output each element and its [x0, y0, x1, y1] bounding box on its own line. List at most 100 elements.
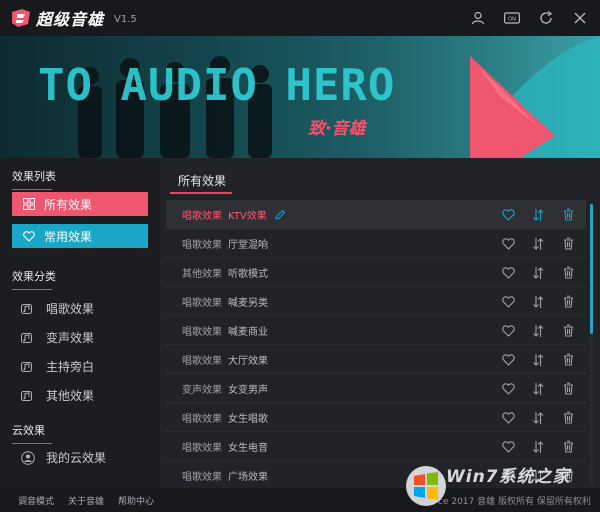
sort-icon[interactable]: [530, 207, 546, 223]
footer-link-about[interactable]: 关于音雄: [68, 494, 104, 507]
heart-icon: [22, 230, 36, 242]
sort-icon[interactable]: [530, 439, 546, 455]
effect-row[interactable]: 唱歌效果 女生电音: [166, 432, 586, 461]
effect-category: 唱歌效果: [182, 297, 222, 309]
row-actions: [486, 316, 576, 345]
effect-name: 喊麦商业: [228, 326, 268, 338]
effect-name: 喊麦另类: [228, 297, 268, 309]
row-actions: [486, 374, 576, 403]
delete-icon[interactable]: [560, 352, 576, 368]
effect-name: 听歌模式: [228, 268, 268, 280]
sidebar: 效果列表 所有效果 常用效果 效果分类 唱歌效果 变声效果 主持旁白 其他效果: [0, 158, 160, 488]
delete-icon[interactable]: [560, 410, 576, 426]
favorite-icon[interactable]: [500, 207, 516, 223]
row-actions: [486, 229, 576, 258]
delete-icon[interactable]: [560, 294, 576, 310]
row-actions: [486, 403, 576, 432]
effect-row[interactable]: 唱歌效果 厅堂混响: [166, 229, 586, 258]
delete-icon[interactable]: [560, 381, 576, 397]
title-bar: 超级音雄 V1.5 ON: [0, 0, 600, 36]
effect-list: 唱歌效果 KTV效果 唱歌效果 厅堂混响 其他效果 听歌模式 唱歌效果 喊麦另类: [166, 200, 586, 488]
tab-underline: [170, 192, 232, 194]
effect-name: 大厅效果: [228, 355, 268, 367]
sort-icon[interactable]: [530, 410, 546, 426]
category-label: 唱歌效果: [46, 302, 95, 316]
row-actions: [486, 432, 576, 461]
footer-link-tuning[interactable]: 调音模式: [18, 494, 54, 507]
effect-category: 唱歌效果: [182, 239, 222, 251]
sort-icon[interactable]: [530, 294, 546, 310]
app-version: V1.5: [114, 14, 137, 25]
main-panel: 所有效果 唱歌效果 KTV效果 唱歌效果 厅堂混响 其他效果 听歌模式 唱歌效果…: [160, 158, 600, 488]
category-item[interactable]: 变声效果: [0, 323, 160, 352]
svg-text:ON: ON: [508, 17, 516, 23]
music-note-icon: [20, 332, 36, 344]
logo-icon: [10, 8, 32, 28]
sort-icon[interactable]: [530, 352, 546, 368]
sort-icon[interactable]: [530, 236, 546, 252]
my-cloud-item[interactable]: 我的云效果: [0, 443, 160, 472]
sort-icon[interactable]: [530, 323, 546, 339]
all-effects-button[interactable]: 所有效果: [12, 192, 148, 216]
delete-icon[interactable]: [560, 323, 576, 339]
favorite-icon[interactable]: [500, 265, 516, 281]
effect-category: 唱歌效果: [182, 442, 222, 454]
effect-category: 唱歌效果: [182, 355, 222, 367]
window-controls: ON: [458, 0, 594, 36]
toggle-icon[interactable]: ON: [498, 4, 526, 32]
category-label: 主持旁白: [46, 360, 95, 374]
app-logo: 超级音雄 V1.5: [10, 6, 137, 30]
effect-category: 唱歌效果: [182, 471, 222, 483]
category-item[interactable]: 主持旁白: [0, 352, 160, 381]
effect-category: 变声效果: [182, 384, 222, 396]
row-actions: [486, 258, 576, 287]
delete-icon[interactable]: [560, 236, 576, 252]
music-note-icon: [20, 303, 36, 315]
user-icon[interactable]: [464, 4, 492, 32]
category-item[interactable]: 唱歌效果: [0, 294, 160, 323]
effect-category: 唱歌效果: [182, 413, 222, 425]
effect-row[interactable]: 唱歌效果 大厅效果: [166, 345, 586, 374]
common-effects-button[interactable]: 常用效果: [12, 224, 148, 248]
cloud-heading: 云效果: [0, 422, 160, 444]
delete-icon[interactable]: [560, 439, 576, 455]
category-label: 变声效果: [46, 331, 95, 345]
refresh-icon[interactable]: [532, 4, 560, 32]
banner: TO AUDIO HERO 致·音雄: [0, 36, 600, 158]
sort-icon[interactable]: [530, 265, 546, 281]
scrollbar-thumb[interactable]: [590, 204, 593, 334]
effect-row[interactable]: 唱歌效果 KTV效果: [166, 200, 586, 229]
row-actions: [486, 200, 576, 229]
effect-name: 女生唱歌: [228, 413, 268, 425]
category-list: 唱歌效果 变声效果 主持旁白 其他效果: [0, 294, 160, 410]
effect-name: 广场效果: [228, 471, 268, 483]
delete-icon[interactable]: [560, 265, 576, 281]
favorite-icon[interactable]: [500, 410, 516, 426]
effect-row[interactable]: 唱歌效果 女生唱歌: [166, 403, 586, 432]
effect-row[interactable]: 变声效果 女变男声: [166, 374, 586, 403]
footer-link-help[interactable]: 帮助中心: [118, 494, 154, 507]
edit-icon[interactable]: [275, 209, 286, 220]
favorite-icon[interactable]: [500, 323, 516, 339]
banner-subtitle: 致·音雄: [308, 119, 366, 139]
common-effects-label: 常用效果: [44, 229, 93, 244]
effect-row[interactable]: 唱歌效果 喊麦商业: [166, 316, 586, 345]
favorite-icon[interactable]: [500, 439, 516, 455]
category-item[interactable]: 其他效果: [0, 381, 160, 410]
effect-name: KTV效果: [228, 210, 267, 222]
delete-icon[interactable]: [560, 207, 576, 223]
effect-row[interactable]: 唱歌效果 喊麦另类: [166, 287, 586, 316]
close-icon[interactable]: [566, 4, 594, 32]
sort-icon[interactable]: [530, 381, 546, 397]
favorite-icon[interactable]: [500, 381, 516, 397]
effect-list-heading: 效果列表: [0, 168, 160, 190]
favorite-icon[interactable]: [500, 352, 516, 368]
app-title: 超级音雄: [36, 10, 105, 29]
favorite-icon[interactable]: [500, 236, 516, 252]
banner-headline: TO AUDIO HERO: [38, 60, 396, 111]
row-actions: [486, 287, 576, 316]
favorite-icon[interactable]: [500, 294, 516, 310]
tab-all-effects[interactable]: 所有效果: [178, 172, 226, 189]
effect-name: 女生电音: [228, 442, 268, 454]
effect-row[interactable]: 其他效果 听歌模式: [166, 258, 586, 287]
